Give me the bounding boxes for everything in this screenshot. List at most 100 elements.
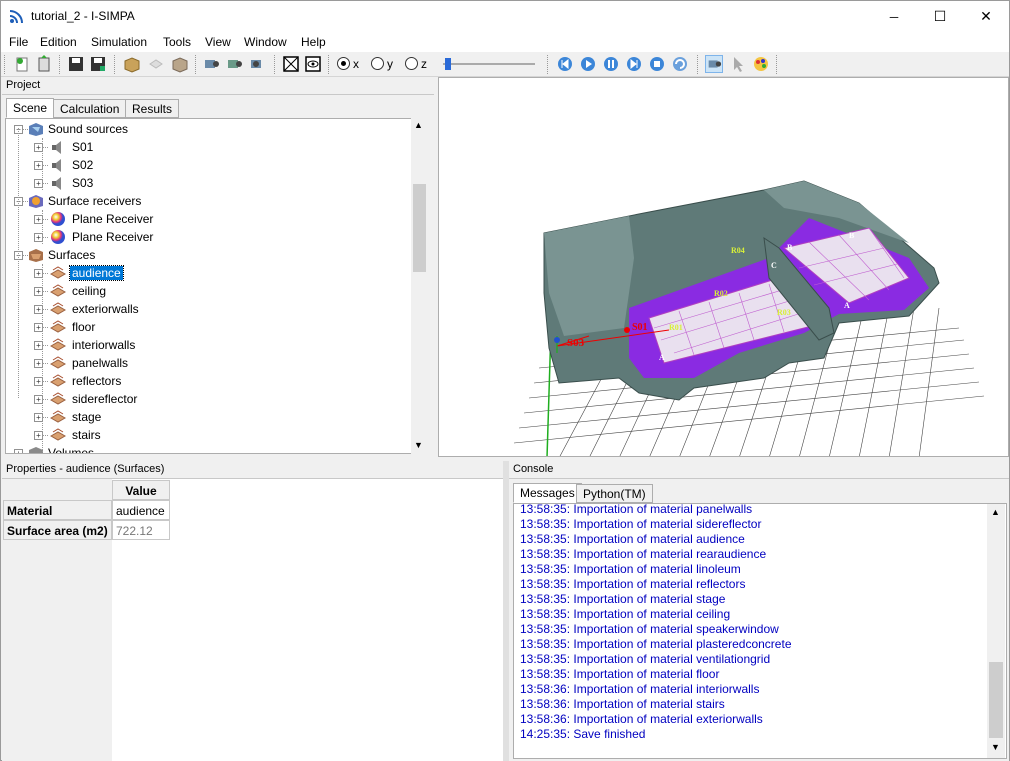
- tree-item[interactable]: + S01: [6, 138, 411, 156]
- tree-connector: [18, 453, 28, 454]
- tree-item[interactable]: + floor: [6, 318, 411, 336]
- console-message: 13:58:35: Importation of material sidere…: [520, 517, 762, 531]
- tree-item-label: audience: [69, 265, 124, 281]
- camera-view-3-icon[interactable]: [248, 55, 266, 73]
- axis-y-radio[interactable]: [371, 57, 384, 70]
- tree-item[interactable]: + stairs: [6, 426, 411, 444]
- tab-python[interactable]: Python(TM): [576, 484, 653, 503]
- close-button[interactable]: ✕: [963, 1, 1009, 32]
- tree-item[interactable]: + audience: [6, 264, 411, 282]
- tree-item[interactable]: + sidereflector: [6, 390, 411, 408]
- scroll-up-arrow-icon[interactable]: ▲: [414, 120, 423, 130]
- tab-messages[interactable]: Messages: [513, 483, 582, 503]
- tree-item[interactable]: + interiorwalls: [6, 336, 411, 354]
- value-column-header: Value: [112, 480, 170, 500]
- console-message: 13:58:35: Importation of material reflec…: [520, 577, 746, 591]
- tree-folder[interactable]: − Surface receivers: [6, 192, 411, 210]
- label-a2: A: [844, 301, 850, 310]
- axis-z-label: z: [421, 57, 427, 71]
- tab-results[interactable]: Results: [125, 99, 180, 118]
- console-message: 13:58:35: Importation of material floor: [520, 667, 720, 681]
- scene-render[interactable]: S03 S01 R01 R02 R03 R04 A B C A B: [439, 78, 1008, 459]
- project-panel-header: Project: [2, 77, 434, 95]
- selection-pointer-icon[interactable]: [729, 55, 747, 73]
- cut-plane-slider[interactable]: [443, 57, 535, 71]
- new-project-icon[interactable]: [13, 55, 31, 73]
- model-tool-icon[interactable]: [147, 55, 165, 73]
- scroll-thumb[interactable]: [989, 662, 1003, 738]
- tree-folder[interactable]: − Sound sources: [6, 120, 411, 138]
- open-project-icon[interactable]: [35, 55, 53, 73]
- menu-view[interactable]: View: [205, 35, 231, 49]
- property-name-surface-area: Surface area (m2): [3, 520, 112, 540]
- tree-item[interactable]: + S02: [6, 156, 411, 174]
- tree-item[interactable]: + Plane Receiver: [6, 228, 411, 246]
- menu-tools[interactable]: Tools: [163, 35, 191, 49]
- menu-file[interactable]: File: [9, 35, 28, 49]
- properties-panel-title: Properties - audience (Surfaces): [6, 463, 165, 475]
- color-palette-icon[interactable]: [752, 55, 770, 73]
- panel-splitter[interactable]: [503, 461, 509, 761]
- menu-window[interactable]: Window: [244, 35, 287, 49]
- pause-icon[interactable]: [602, 55, 620, 73]
- label-r01: R01: [669, 323, 683, 332]
- label-s03: S03: [567, 337, 585, 349]
- console-panel-header: Console: [509, 461, 1009, 479]
- tab-calculation[interactable]: Calculation: [53, 99, 127, 118]
- tree-guide-line: [42, 210, 43, 244]
- tree-item[interactable]: + exteriorwalls: [6, 300, 411, 318]
- console-scrollbar[interactable]: ▲ ▼: [987, 504, 1005, 758]
- tree-folder[interactable]: + Volumes: [6, 444, 411, 454]
- transparency-toggle-icon[interactable]: [304, 55, 322, 73]
- scroll-up-arrow-icon[interactable]: ▲: [991, 507, 1000, 517]
- wireframe-toggle-icon[interactable]: [282, 55, 300, 73]
- tree-item-label: interiorwalls: [72, 338, 136, 352]
- label-b2: B: [849, 231, 855, 240]
- scroll-down-arrow-icon[interactable]: ▼: [991, 742, 1000, 752]
- console-message: 13:58:35: Importation of material linole…: [520, 562, 741, 576]
- title-bar[interactable]: tutorial_2 - I-SIMPA ─ ☐ ✕: [1, 1, 1009, 32]
- play-icon[interactable]: [579, 55, 597, 73]
- stop-icon[interactable]: [648, 55, 666, 73]
- source-s03-marker: [554, 337, 560, 343]
- camera-mode-icon[interactable]: [705, 55, 723, 73]
- expand-icon[interactable]: +: [14, 449, 23, 453]
- tree-item[interactable]: + panelwalls: [6, 354, 411, 372]
- property-value-material[interactable]: audience: [112, 500, 170, 520]
- axis-x-radio[interactable]: [337, 57, 350, 70]
- minimize-button[interactable]: ─: [871, 1, 917, 32]
- record-animation-icon[interactable]: [671, 55, 689, 73]
- tree-item[interactable]: + stage: [6, 408, 411, 426]
- last-frame-icon[interactable]: [625, 55, 643, 73]
- scroll-thumb[interactable]: [413, 184, 426, 272]
- tree-item-label: Volumes: [48, 446, 95, 454]
- menu-help[interactable]: Help: [301, 35, 326, 49]
- first-frame-icon[interactable]: [556, 55, 574, 73]
- 3d-viewport[interactable]: S03 S01 R01 R02 R03 R04 A B C A B: [438, 77, 1009, 459]
- scroll-down-arrow-icon[interactable]: ▼: [414, 440, 423, 450]
- maximize-button[interactable]: ☐: [917, 1, 963, 32]
- import-model-icon[interactable]: [123, 55, 141, 73]
- color-sphere-icon: [50, 229, 66, 245]
- slider-thumb[interactable]: [445, 58, 451, 70]
- tree-item[interactable]: + reflectors: [6, 372, 411, 390]
- model-box-icon[interactable]: [171, 55, 189, 73]
- tree-item[interactable]: + S03: [6, 174, 411, 192]
- messages-log[interactable]: 13:58:35: Importation of material panelw…: [513, 503, 1007, 759]
- tab-scene[interactable]: Scene: [6, 98, 55, 118]
- camera-view-2-icon[interactable]: [225, 55, 243, 73]
- save-icon[interactable]: [67, 55, 85, 73]
- save-as-icon[interactable]: [89, 55, 107, 73]
- axis-x-label: x: [353, 57, 359, 71]
- tree-scrollbar[interactable]: ▲ ▼: [411, 118, 428, 454]
- axis-z-radio[interactable]: [405, 57, 418, 70]
- tree-folder[interactable]: − Surfaces: [6, 246, 411, 264]
- tree-item[interactable]: + ceiling: [6, 282, 411, 300]
- camera-view-icon[interactable]: [202, 55, 220, 73]
- tree-item[interactable]: + Plane Receiver: [6, 210, 411, 228]
- menu-edition[interactable]: Edition: [40, 35, 77, 49]
- console-message: 13:58:35: Importation of material ventil…: [520, 652, 771, 666]
- menu-simulation[interactable]: Simulation: [91, 35, 147, 49]
- tree-item-label: panelwalls: [72, 356, 129, 370]
- scene-tree[interactable]: − Sound sources + S01 + S02 + S03− Surface recei…: [5, 118, 414, 454]
